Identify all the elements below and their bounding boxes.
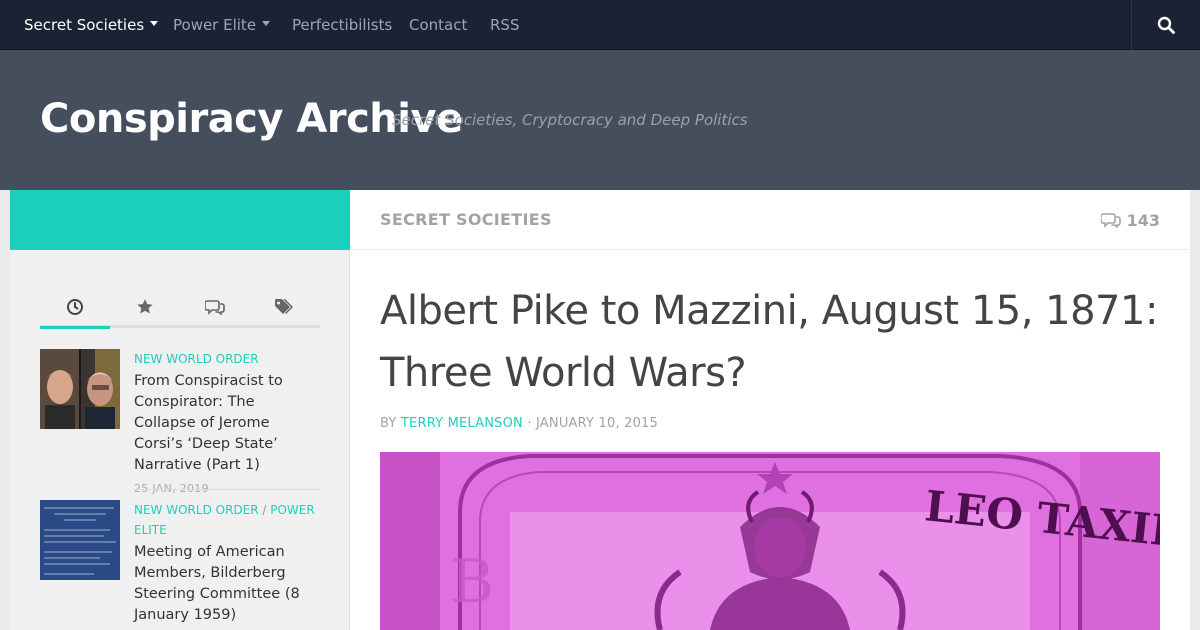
- post-categories: NEW WORLD ORDER: [134, 349, 320, 369]
- nav-item-contact[interactable]: Contact: [409, 0, 467, 50]
- author-link[interactable]: TERRY MELANSON: [401, 416, 523, 431]
- chevron-down-icon: [262, 21, 271, 26]
- article-date: JANUARY 10, 2015: [536, 416, 658, 431]
- chevron-down-icon: [150, 21, 159, 26]
- article-title: Albert Pike to Mazzini, August 15, 1871:…: [380, 288, 1158, 396]
- post-title[interactable]: Meeting of American Members, Bilderberg …: [134, 542, 320, 626]
- nav-item-power-elite[interactable]: Power Elite: [173, 0, 271, 50]
- nav-item-label: Perfectibilists: [292, 16, 393, 34]
- nav-item-label: Contact: [409, 16, 468, 34]
- list-item[interactable]: NEW WORLD ORDER From Conspiracist to Con…: [40, 349, 320, 495]
- search-icon: [1157, 16, 1175, 34]
- nav-item-rss[interactable]: RSS: [490, 0, 519, 50]
- tab-tags[interactable]: [250, 288, 320, 326]
- nav-item-label: Power Elite: [173, 16, 257, 34]
- article-category[interactable]: SECRET SOCIETIES: [380, 190, 552, 250]
- nav-item-secret-societies[interactable]: Secret Societies: [24, 0, 159, 50]
- article-byline: BY TERRY MELANSON · JANUARY 10, 2015: [380, 416, 658, 431]
- comments-icon: [1100, 213, 1121, 229]
- svg-text:B: B: [450, 547, 494, 617]
- site-header: Conspiracy Archive Secret Societies, Cry…: [0, 50, 1200, 190]
- tab-popular[interactable]: [110, 288, 180, 326]
- post-thumbnail[interactable]: [40, 500, 120, 580]
- byline-separator: ·: [527, 416, 532, 431]
- sidebar-tabs: [40, 288, 320, 329]
- category-separator: /: [258, 503, 271, 517]
- featured-image: B LEO TAXIL: [380, 452, 1160, 630]
- category-link[interactable]: NEW WORLD ORDER: [134, 352, 259, 366]
- nav-item-label: Secret Societies: [24, 16, 145, 34]
- list-item[interactable]: NEW WORLD ORDER / POWER ELITE Meeting of…: [40, 500, 320, 630]
- sidebar: NEW WORLD ORDER From Conspiracist to Con…: [10, 250, 350, 630]
- post-title[interactable]: From Conspiracist to Conspirator: The Co…: [134, 371, 320, 476]
- post-categories: NEW WORLD ORDER / POWER ELITE: [134, 500, 320, 540]
- tab-comments[interactable]: [180, 288, 250, 326]
- tags-icon: [275, 299, 293, 314]
- post-body: NEW WORLD ORDER / POWER ELITE Meeting of…: [134, 500, 320, 626]
- comment-count-link[interactable]: 143: [1100, 190, 1160, 250]
- comment-count: 143: [1126, 210, 1160, 230]
- nav-item-perfectibilists[interactable]: Perfectibilists: [292, 0, 392, 50]
- top-navigation: Secret Societies Power Elite Perfectibil…: [0, 0, 1200, 50]
- byline-prefix: BY: [380, 416, 397, 431]
- post-divider: [134, 489, 320, 490]
- post-thumbnail[interactable]: [40, 349, 120, 429]
- sidebar-accent-bar: [10, 190, 350, 250]
- category-link[interactable]: NEW WORLD ORDER: [134, 503, 259, 517]
- tab-recent[interactable]: [40, 288, 110, 329]
- search-button[interactable]: [1132, 0, 1200, 50]
- site-tagline: Secret Societies, Cryptocracy and Deep P…: [392, 111, 748, 129]
- article: Albert Pike to Mazzini, August 15, 1871:…: [350, 250, 1190, 630]
- nav-item-label: RSS: [490, 16, 520, 34]
- comments-icon: [205, 300, 225, 316]
- star-icon: [137, 299, 153, 314]
- post-body: NEW WORLD ORDER From Conspiracist to Con…: [134, 349, 320, 498]
- article-meta-bar: SECRET SOCIETIES 143: [350, 190, 1190, 250]
- clock-icon: [67, 299, 83, 315]
